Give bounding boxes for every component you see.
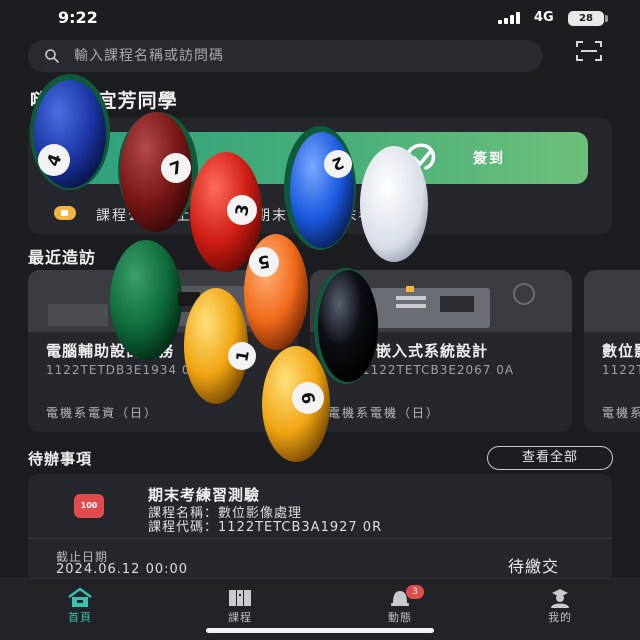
- course-name: 嵌入式系統設計: [376, 342, 489, 360]
- checkin-label: 簽到: [473, 151, 505, 167]
- nav-item-profile[interactable]: 我的: [520, 579, 600, 629]
- greeting-title: 嗨！ 吳宜芳同學: [30, 90, 178, 112]
- profile-icon: [551, 589, 569, 608]
- status-bar: 9:22 4G 28: [0, 0, 640, 36]
- search-icon: [45, 49, 59, 63]
- nav-label: 首頁: [68, 611, 92, 624]
- battery-tip: [605, 15, 608, 22]
- nav-label: 我的: [548, 611, 572, 624]
- course-card[interactable]: 數位影像處理 1122TETCB3A1927 0R 電機系電機（日）: [584, 270, 640, 432]
- todo-section-title: 待辦事項: [28, 450, 93, 468]
- checkin-icon: [404, 143, 436, 170]
- deadline-value: 2024.06.12 00:00: [56, 562, 189, 577]
- todo-status: 待繳交: [508, 557, 560, 576]
- course-card[interactable]: 電腦輔助設計實務 1122TETDB3E1934 0A 電機系電資（日）: [28, 270, 298, 432]
- course-code: 1122TETCB3E2067 0A: [362, 363, 515, 377]
- nav-label: 課程: [228, 611, 252, 624]
- announcement-icon: [54, 206, 76, 220]
- course-department: 電機系電機（日）: [328, 406, 441, 420]
- course-thumbnail: [310, 270, 572, 332]
- course-code: 1122TETCB3A1927 0R: [602, 363, 640, 377]
- course-name: 電腦輔助設計實務: [46, 342, 175, 360]
- checkin-button[interactable]: [60, 132, 588, 184]
- course-code: 1122TETDB3E1934 0A: [46, 363, 200, 377]
- battery-icon: 28: [568, 11, 604, 26]
- nav-item-courses[interactable]: 課程: [200, 579, 280, 629]
- network-label: 4G: [534, 10, 554, 25]
- ball-number: 5: [256, 250, 271, 272]
- notification-badge: 3: [406, 585, 424, 599]
- nav-label: 動態: [388, 611, 412, 624]
- recent-section-title: 最近造訪: [28, 248, 97, 267]
- view-all-button[interactable]: 查看全部: [487, 446, 613, 470]
- search-bar[interactable]: [28, 40, 542, 72]
- signal-icon: [498, 12, 524, 24]
- book-icon: [229, 590, 251, 606]
- todo-course-code: 課程代碼：1122TETCB3A1927 0R: [148, 520, 383, 535]
- home-icon: [68, 587, 92, 607]
- course-thumbnail: [584, 270, 640, 332]
- search-input[interactable]: [74, 40, 524, 72]
- status-time: 9:22: [58, 8, 98, 27]
- announcement-text[interactable]: 課程公告：上課資料與期末公告 期末考...: [96, 205, 572, 225]
- course-name: 數位影像處理: [602, 342, 640, 360]
- nav-item-home[interactable]: 首頁: [40, 579, 120, 629]
- course-card[interactable]: 嵌入式系統設計 1122TETCB3E2067 0A 電機系電機（日）: [310, 270, 572, 432]
- scan-icon[interactable]: [575, 40, 603, 62]
- home-indicator[interactable]: [206, 628, 434, 633]
- course-department: 電機系電機（日）: [602, 406, 640, 420]
- course-thumbnail: [28, 270, 298, 332]
- exam-icon: 100: [74, 494, 104, 518]
- todo-divider: [28, 538, 612, 539]
- nav-item-activity[interactable]: 3 動態: [360, 579, 440, 629]
- course-department: 電機系電資（日）: [46, 406, 159, 420]
